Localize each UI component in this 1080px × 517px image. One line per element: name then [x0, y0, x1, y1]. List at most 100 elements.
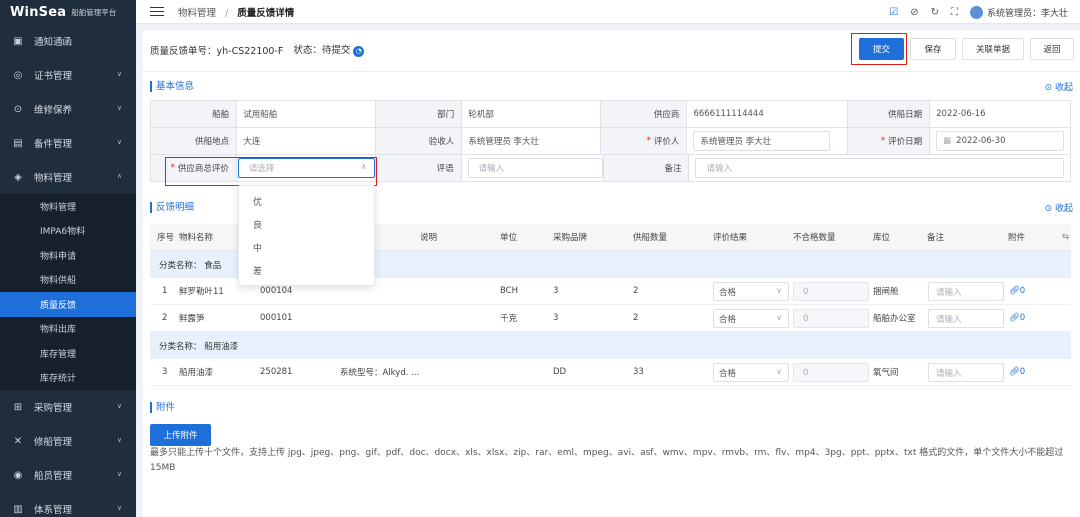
bad-qty-input[interactable]: 0	[793, 309, 869, 328]
main-content: 质量反馈单号：yh-CS22100-F 状态：待提交 ◔ 提交 保存 关联单据 返…	[143, 30, 1080, 517]
sidebar-item-purchase[interactable]: ⊞ 采购管理 ∨	[0, 390, 136, 424]
chevron-down-icon: ∨	[116, 436, 122, 444]
row-remark-input[interactable]: 请输入	[928, 282, 1004, 301]
remark-input[interactable]: 请输入	[695, 158, 1065, 178]
paperclip-icon: 🔗︎	[1009, 286, 1020, 296]
certificate-icon: ◎	[13, 69, 23, 81]
brand-name: WinSea	[10, 4, 67, 20]
sub-item-quality-feedback[interactable]: 质量反馈	[0, 292, 136, 317]
field-label: * 评价人	[601, 128, 688, 155]
basic-row: 供船地点 大连 验收人 系统管理员 李大壮 * 评价人 系统管理员 李大壮 * 评价…	[151, 128, 1072, 155]
field-label: 验收人	[376, 128, 463, 155]
sub-item-inventory-stats[interactable]: 库存统计	[0, 366, 136, 391]
column-settings-icon[interactable]: ⇆	[1062, 232, 1069, 242]
field-label: 供应商	[601, 101, 688, 128]
user-menu[interactable]: 系统管理员：李大壮	[969, 5, 1068, 19]
category-row: 分类名称： 船用油漆	[150, 332, 1071, 359]
chevron-down-icon: ∨	[116, 470, 122, 478]
comment-input[interactable]: 请输入	[467, 158, 603, 178]
field-value: 6666111114444	[687, 101, 848, 128]
collapse-label: 收起	[1054, 83, 1073, 93]
refresh-icon[interactable]: ↻	[931, 7, 939, 18]
attachment-link[interactable]: 🔗︎0	[1009, 367, 1025, 377]
eval-date-input[interactable]: ▦ 2022-06-30	[936, 131, 1065, 151]
sidebar-item-label: 采购管理	[34, 403, 73, 414]
repair-icon: ✕	[13, 435, 23, 447]
bad-qty-input[interactable]: 0	[793, 282, 869, 301]
top-header: 物料管理 / 质量反馈详情 ☑ ⊘ ↻ ⛶ 系统管理员：李大壮	[136, 0, 1080, 24]
sidebar-item-notice[interactable]: ▣ 通知通函	[0, 24, 136, 58]
sidebar-item-crew[interactable]: ◉ 船员管理 ∨	[0, 458, 136, 492]
dropdown-option[interactable]: 中	[239, 236, 374, 259]
result-select[interactable]: 合格 ∨	[713, 282, 789, 301]
field-value: 轮机部	[462, 101, 602, 128]
save-button[interactable]: 保存	[910, 38, 956, 60]
col-no: 序号	[157, 233, 175, 243]
chevron-down-icon: ∨	[776, 286, 782, 295]
remark-cell: 请输入	[689, 155, 1072, 182]
dropdown-option[interactable]: 良	[239, 213, 374, 236]
section-title-basic: 基本信息	[150, 81, 194, 92]
evaluator-input[interactable]: 系统管理员 李大壮	[693, 131, 831, 151]
breadcrumb-current: 质量反馈详情	[237, 7, 295, 19]
back-button[interactable]: 返回	[1030, 38, 1074, 60]
dropdown-option[interactable]: 差	[239, 259, 374, 282]
field-value: 大连	[237, 128, 377, 155]
cell-qty: 2	[633, 313, 639, 323]
sub-item-material-request[interactable]: 物料申请	[0, 243, 136, 268]
status-text: 状态：待提交	[293, 45, 351, 56]
collapse-feedback-button[interactable]: ⊙ 收起	[1045, 201, 1073, 214]
attachment-link[interactable]: 🔗︎0	[1009, 286, 1025, 296]
table-row: 3 船用油漆 250281 系统型号：Alkyd. ... DD 33 合格 ∨ …	[150, 359, 1071, 386]
collapse-basic-button[interactable]: ⊙ 收起	[1045, 80, 1073, 93]
chevron-down-icon: ∨	[776, 367, 782, 376]
chevron-down-icon: ∨	[116, 104, 122, 112]
status-info-icon[interactable]: ◔	[353, 46, 365, 57]
breadcrumb-parent[interactable]: 物料管理	[178, 8, 216, 19]
row-remark-input[interactable]: 请输入	[928, 363, 1004, 382]
row-remark-input[interactable]: 请输入	[928, 309, 1004, 328]
sidebar-item-label: 维修保养	[34, 105, 73, 116]
col-location: 库位	[873, 233, 891, 243]
attachment-count: 0	[1019, 367, 1026, 377]
sidebar-item-certificate[interactable]: ◎ 证书管理 ∨	[0, 58, 136, 92]
attachment-link[interactable]: 🔗︎0	[1009, 313, 1025, 323]
col-brand: 采购品牌	[553, 233, 588, 243]
supplier-rating-dropdown: 优 良 中 差	[238, 185, 375, 286]
sidebar-item-maintenance[interactable]: ⊙ 维修保养 ∨	[0, 92, 136, 126]
sub-item-inventory[interactable]: 库存管理	[0, 341, 136, 366]
sidebar-item-spare-parts[interactable]: ▤ 备件管理 ∨	[0, 126, 136, 160]
required-mark: *	[646, 136, 651, 146]
sub-item-material-supply[interactable]: 物料供船	[0, 268, 136, 293]
maintenance-icon: ⊙	[13, 103, 23, 115]
cell-location: 捆闸舱	[873, 287, 899, 297]
sub-item-material-outbound[interactable]: 物料出库	[0, 317, 136, 342]
field-label: 供船日期	[847, 101, 931, 128]
collapse-label: 收起	[1054, 204, 1073, 214]
upload-note: 最多只能上传十个文件，支持上传 jpg、jpeg、png、gif、pdf、doc…	[150, 448, 1064, 473]
sidebar-item-material[interactable]: ◈ 物料管理 ∧	[0, 160, 136, 194]
result-select[interactable]: 合格 ∨	[713, 363, 789, 382]
field-label: 供船地点	[151, 128, 238, 155]
result-select[interactable]: 合格 ∨	[713, 309, 789, 328]
bad-qty-input[interactable]: 0	[793, 363, 869, 382]
checkbox-icon[interactable]: ☑	[889, 7, 898, 18]
cell-no: 1	[162, 286, 168, 296]
sub-item-material[interactable]: 物料管理	[0, 194, 136, 219]
fullscreen-icon[interactable]: ⛶	[951, 7, 958, 18]
cell-brand: 3	[553, 313, 559, 323]
cell-name: 船用油漆	[179, 368, 214, 378]
sidebar-item-system[interactable]: ▥ 体系管理 ∨	[0, 492, 136, 517]
link-document-button[interactable]: 关联单据	[962, 38, 1024, 60]
sidebar-item-repair[interactable]: ✕ 修船管理 ∨	[0, 424, 136, 458]
menu-toggle-icon[interactable]	[150, 4, 164, 19]
avatar	[969, 5, 983, 19]
chevron-down-icon: ∨	[116, 70, 122, 78]
spare-parts-icon: ▤	[13, 137, 23, 149]
location-off-icon[interactable]: ⊘	[910, 7, 918, 18]
dropdown-option[interactable]: 优	[239, 190, 374, 213]
user-label: 系统管理员：李大壮	[986, 8, 1068, 19]
sub-item-impa6[interactable]: IMPA6物料	[0, 219, 136, 244]
date-text: 2022-06-30	[956, 136, 1006, 146]
upload-attachment-button[interactable]: 上传附件	[150, 424, 211, 446]
